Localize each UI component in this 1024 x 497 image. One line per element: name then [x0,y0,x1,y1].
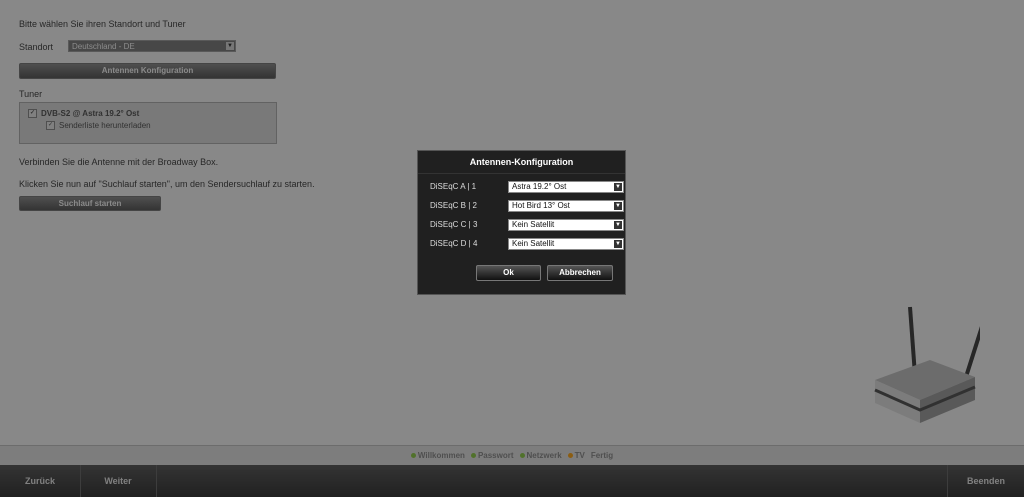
ok-button[interactable]: Ok [476,265,541,281]
cancel-button[interactable]: Abbrechen [547,265,613,281]
diseqc-label: DiSEqC A | 1 [430,182,477,191]
diseqc-value: Hot Bird 13° Ost [512,201,570,210]
diseqc-label: DiSEqC D | 4 [430,239,478,248]
diseqc-select[interactable]: Astra 19.2° Ost ▼ [508,181,624,193]
diseqc-label: DiSEqC B | 2 [430,201,477,210]
diseqc-value: Astra 19.2° Ost [512,182,567,191]
chevron-down-icon: ▼ [614,202,622,210]
diseqc-select[interactable]: Hot Bird 13° Ost ▼ [508,200,624,212]
diseqc-label: DiSEqC C | 3 [430,220,478,229]
chevron-down-icon: ▼ [614,221,622,229]
diseqc-select[interactable]: Kein Satellit ▼ [508,238,624,250]
chevron-down-icon: ▼ [614,183,622,191]
dialog-title: Antennen-Konfiguration [418,151,625,174]
diseqc-value: Kein Satellit [512,220,555,229]
chevron-down-icon: ▼ [614,240,622,248]
antenna-config-dialog: Antennen-Konfiguration DiSEqC A | 1 Astr… [417,150,626,295]
diseqc-select[interactable]: Kein Satellit ▼ [508,219,624,231]
diseqc-value: Kein Satellit [512,239,555,248]
